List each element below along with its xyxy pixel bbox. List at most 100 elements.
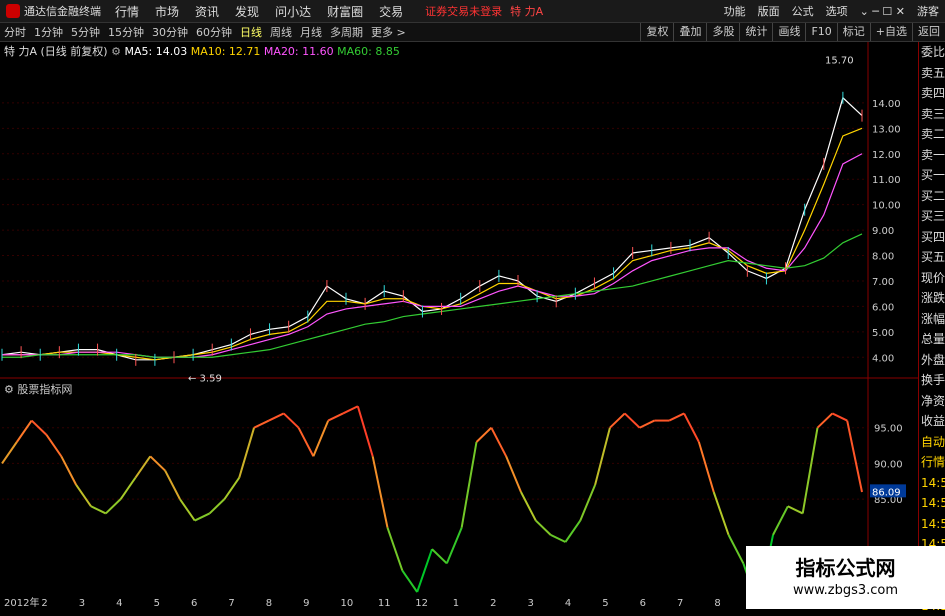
indicator-segment: [640, 421, 655, 428]
quote-panel: 委比卖五卖四卖三卖二卖一买一买二买三买四买五现价涨跌涨幅总量外盘换手净资收益自动…: [918, 42, 945, 609]
window-controls[interactable]: ⌄ ─ ☐ ✕: [854, 5, 911, 18]
x-tick-label: 5: [154, 598, 160, 609]
indicator-segment: [254, 421, 269, 428]
indicator-segment: [729, 535, 744, 564]
x-tick-label: 7: [228, 598, 234, 609]
indicator-segment: [595, 428, 610, 485]
indicator-segment: [299, 428, 314, 457]
current-value-label: 86.09: [872, 487, 901, 498]
period-8[interactable]: 月线: [296, 24, 326, 40]
watermark-title: 指标公式网: [746, 552, 945, 581]
indicator-segment: [269, 413, 284, 420]
menu-wealth[interactable]: 财富圈: [319, 3, 371, 20]
indicator-segment: [447, 528, 462, 564]
menu-layout[interactable]: 版面: [752, 3, 786, 19]
toolbar-button-7[interactable]: +自选: [870, 23, 912, 41]
menu-function[interactable]: 功能: [718, 3, 752, 19]
indicator-settings-icon[interactable]: ⚙: [4, 383, 14, 396]
menu-news[interactable]: 资讯: [187, 3, 227, 20]
period-1[interactable]: 1分钟: [30, 24, 67, 40]
quote-field-0: 委比: [919, 42, 945, 63]
app-logo[interactable]: 通达信金融终端: [0, 3, 107, 19]
quote-field-3: 卖三: [919, 104, 945, 125]
indicator-segment: [417, 549, 432, 592]
menu-formula[interactable]: 公式: [786, 3, 820, 19]
indicator-segment: [684, 413, 699, 442]
x-tick-label: 6: [640, 598, 646, 609]
watermark-url: www.zbgs3.com: [746, 583, 945, 598]
menu-quotes[interactable]: 行情: [107, 3, 147, 20]
quote-field-1: 卖五: [919, 63, 945, 84]
period-5[interactable]: 60分钟: [192, 24, 236, 40]
indicator-name: 股票指标网: [17, 383, 72, 396]
menu-ask[interactable]: 问小达: [267, 3, 319, 20]
quote-field-23: 14:50: [919, 514, 945, 535]
period-0[interactable]: 分时: [0, 24, 30, 40]
indicator-segment: [536, 521, 551, 535]
toolbar-button-4[interactable]: 画线: [772, 23, 805, 41]
menubar-right: 功能 版面 公式 选项 ⌄ ─ ☐ ✕ 游客: [718, 0, 945, 22]
period-4[interactable]: 30分钟: [148, 24, 192, 40]
toolbar-button-2[interactable]: 多股: [706, 23, 739, 41]
indicator-segment: [224, 478, 239, 499]
indicator-segment: [284, 413, 299, 427]
quote-field-6: 买一: [919, 165, 945, 186]
toolbar-button-8[interactable]: 返回: [912, 23, 945, 41]
price-tick-label: 13.00: [872, 124, 901, 135]
indicator-segment: [121, 478, 136, 499]
toolbar-button-0[interactable]: 复权: [640, 23, 673, 41]
toolbar-button-5[interactable]: F10: [805, 23, 836, 41]
x-tick-label: 12: [415, 598, 428, 609]
indicator-segment: [402, 571, 417, 592]
menu-market[interactable]: 市场: [147, 3, 187, 20]
price-tick-label: 8.00: [872, 252, 894, 263]
guest-label[interactable]: 游客: [911, 3, 945, 19]
x-tick-label: 11: [378, 598, 391, 609]
menu-discover[interactable]: 发现: [227, 3, 267, 20]
indicator-segment: [76, 485, 91, 506]
series-ma60: [2, 234, 862, 357]
login-warning[interactable]: 证券交易未登录: [425, 3, 502, 19]
indicator-segment: [180, 499, 195, 520]
series-ma10: [2, 128, 862, 360]
chart-area[interactable]: 4.005.006.007.008.009.0010.0011.0012.001…: [0, 42, 918, 609]
indicator-segment: [135, 456, 150, 477]
period-bar: 分时1分钟5分钟15分钟30分钟60分钟日线周线月线多周期更多 > 复权叠加多股统…: [0, 23, 945, 42]
app-title: 通达信金融终端: [24, 3, 101, 19]
quote-field-22: 14:50: [919, 493, 945, 514]
x-tick-label: 4: [116, 598, 122, 609]
period-6[interactable]: 日线: [236, 24, 266, 40]
x-tick-label: 2: [41, 598, 47, 609]
toolbar-button-6[interactable]: 标记: [837, 23, 870, 41]
indicator-title: ⚙ 股票指标网: [4, 381, 72, 397]
toolbar-button-3[interactable]: 统计: [739, 23, 772, 41]
quote-field-7: 买二: [919, 186, 945, 207]
quote-field-10: 买五: [919, 247, 945, 268]
quote-field-17: 净资: [919, 391, 945, 412]
price-tick-label: 14.00: [872, 99, 901, 110]
quote-field-8: 买三: [919, 206, 945, 227]
indicator-segment: [832, 413, 847, 420]
period-9[interactable]: 多周期: [326, 24, 367, 40]
indicator-segment: [580, 485, 595, 521]
indicator-segment: [46, 435, 61, 456]
price-tick-label: 10.00: [872, 201, 901, 212]
toolbar-button-1[interactable]: 叠加: [673, 23, 706, 41]
period-3[interactable]: 15分钟: [104, 24, 148, 40]
indicator-segment: [165, 471, 180, 500]
period-7[interactable]: 周线: [266, 24, 296, 40]
menu-trade[interactable]: 交易: [371, 3, 411, 20]
period-2[interactable]: 5分钟: [67, 24, 104, 40]
menu-options[interactable]: 选项: [820, 3, 854, 19]
series-ma5: [2, 98, 862, 360]
indicator-segment: [2, 442, 17, 463]
x-tick-label: 3: [527, 598, 533, 609]
x-tick-label: 8: [714, 598, 720, 609]
x-tick-label: 9: [303, 598, 309, 609]
period-10[interactable]: 更多 >: [367, 24, 410, 40]
indicator-segment: [91, 506, 106, 513]
x-tick-label: 7: [677, 598, 683, 609]
price-tick-label: 7.00: [872, 277, 894, 288]
quote-field-18: 收益: [919, 411, 945, 432]
price-tick-label: 12.00: [872, 150, 901, 161]
